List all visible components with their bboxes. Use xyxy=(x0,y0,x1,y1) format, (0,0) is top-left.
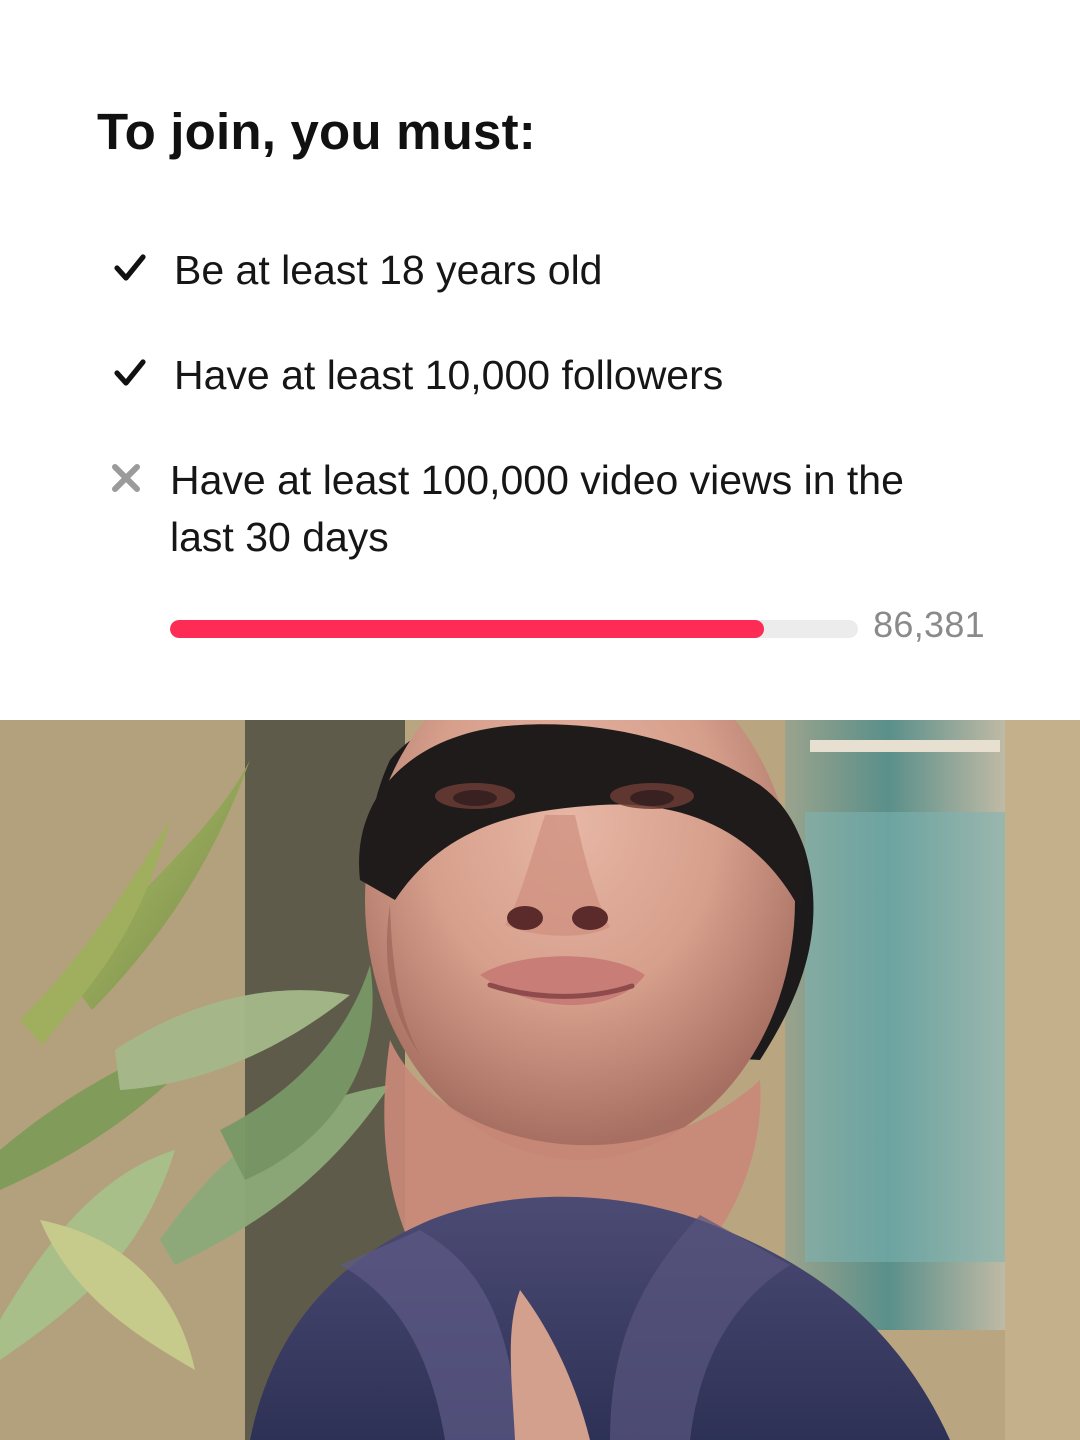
progress-fill xyxy=(170,620,765,638)
progress-value: 86,381 xyxy=(873,604,985,645)
requirement-age-text: Be at least 18 years old xyxy=(174,247,603,293)
requirement-age: Be at least 18 years old xyxy=(106,242,602,299)
check-icon xyxy=(106,244,154,292)
requirement-followers: Have at least 10,000 followers xyxy=(106,347,723,404)
page-title: To join, you must: xyxy=(97,103,536,160)
check-icon xyxy=(106,349,154,397)
requirement-followers-text: Have at least 10,000 followers xyxy=(174,352,724,398)
requirement-video-views-text: Have at least 100,000 video views in the… xyxy=(170,457,904,560)
selfie-photo xyxy=(0,720,1080,1440)
requirements-panel: To join, you must: Be at least 18 years … xyxy=(0,0,1080,720)
person-photo-illustration xyxy=(0,720,1080,1440)
x-icon xyxy=(102,454,150,502)
progress-track xyxy=(170,620,858,638)
video-views-progress: 86,381 xyxy=(170,604,985,649)
requirement-video-views: Have at least 100,000 video views in the… xyxy=(102,452,960,566)
